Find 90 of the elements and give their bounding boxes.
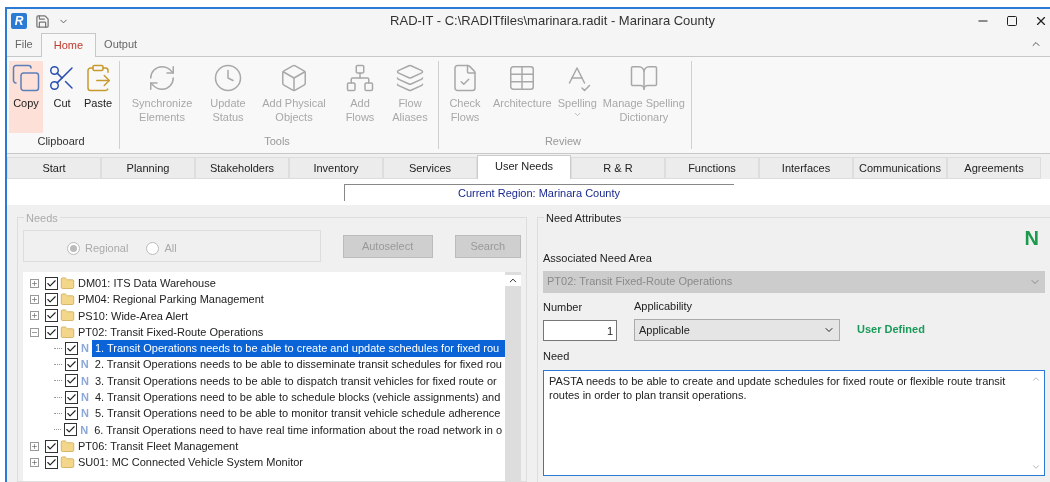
tree-item[interactable]: PS10: Wide-Area Alert: [77, 307, 190, 324]
ribbon-button[interactable]: Cut: [45, 61, 79, 133]
caret-icon: [572, 110, 582, 119]
tree-item[interactable]: 4. Transit Operations need to be able to schedule blocks (vehicle assignments) and: [91, 389, 505, 406]
cube-icon: [279, 63, 309, 93]
tree-item[interactable]: PT02: Transit Fixed-Route Operations: [77, 323, 265, 341]
expand-icon[interactable]: [30, 311, 39, 321]
need-type-letter: N: [1024, 228, 1039, 248]
ribbon-tab[interactable]: Output: [96, 32, 146, 56]
main-tab[interactable]: Communications: [853, 157, 947, 179]
radio-button[interactable]: [146, 241, 160, 255]
ribbon-tab[interactable]: Home: [40, 33, 97, 57]
checkbox[interactable]: [65, 407, 78, 420]
field-label: Need: [543, 349, 571, 364]
field-label: Associated Need Area: [543, 251, 653, 266]
window-title: RAD-IT - C:\RADITfiles\marinara.radit - Marinara County: [390, 12, 715, 31]
clock-icon: [213, 63, 243, 93]
tree-item[interactable]: 6. Transit Operations need to have real time information about the road network in o: [91, 421, 505, 439]
main-tab[interactable]: Functions: [665, 157, 759, 179]
collapse-icon[interactable]: [30, 327, 39, 337]
tree-item[interactable]: 3. Transit Operations needs to be able to dispatch transit vehicles for fixed route or: [91, 372, 505, 390]
need-marker: N: [80, 422, 89, 438]
main-tab[interactable]: Services: [383, 157, 477, 179]
checkbox[interactable]: [45, 309, 58, 323]
book-icon: [628, 63, 659, 93]
checkbox[interactable]: [45, 439, 58, 453]
number-field[interactable]: 1: [543, 320, 617, 341]
expand-icon[interactable]: [30, 278, 39, 288]
copy-icon: [11, 63, 41, 93]
checkbox[interactable]: [65, 374, 78, 388]
checkbox[interactable]: [65, 390, 78, 404]
scroll-up-icon[interactable]: [505, 275, 521, 286]
checkbox[interactable]: [45, 325, 58, 339]
radio-label: Regional: [85, 240, 129, 256]
main-tab[interactable]: Stakeholders: [195, 157, 289, 179]
main-tab[interactable]: User Needs: [477, 155, 571, 179]
tree-item[interactable]: SU01: MC Connected Vehicle System Monitor: [77, 454, 304, 471]
app-logo: R: [11, 13, 27, 29]
maximize-icon[interactable]: [1006, 15, 1018, 27]
current-region-label: Current Region: Marinara County: [343, 184, 734, 201]
checkbox[interactable]: [64, 358, 78, 372]
folder-icon: [60, 454, 75, 470]
tree-item[interactable]: 2. Transit Operations needs to be able to disseminate transit schedules for fixed rou: [91, 356, 505, 373]
main-tab[interactable]: Start: [7, 157, 101, 179]
status-label: User Defined: [857, 321, 925, 337]
tree-item[interactable]: PT06: Transit Fleet Management: [77, 437, 240, 455]
need-marker: N: [81, 373, 89, 389]
ribbon-button[interactable]: Copy: [9, 61, 43, 133]
group-label: Tools: [263, 133, 291, 149]
main-tab[interactable]: Planning: [101, 157, 195, 179]
layers-icon: [395, 63, 425, 93]
refresh-icon: [147, 63, 177, 93]
radio-button[interactable]: [67, 241, 80, 255]
tree-item[interactable]: DM01: ITS Data Warehouse: [77, 274, 217, 292]
save-icon[interactable]: [35, 13, 50, 29]
expand-icon[interactable]: [30, 457, 39, 467]
field-label: Applicability: [634, 298, 694, 314]
field-label: Number: [543, 299, 584, 315]
folder-icon: [60, 291, 75, 307]
main-tab[interactable]: R & R: [571, 157, 665, 179]
folder-icon: [60, 324, 75, 340]
tree-item[interactable]: 1. Transit Operations needs to be able to create and update schedules for fixed rou: [91, 340, 505, 357]
checkbox[interactable]: [65, 341, 78, 355]
applicability-dropdown[interactable]: Applicable: [634, 319, 840, 341]
main-tab[interactable]: Agreements: [947, 157, 1041, 179]
checkbox[interactable]: [45, 455, 58, 469]
folder-icon: [60, 275, 75, 291]
expand-icon[interactable]: [30, 294, 39, 304]
group-label: Clipboard: [36, 133, 86, 149]
folder-icon: [60, 308, 75, 324]
checkbox[interactable]: [64, 423, 78, 437]
network-icon: [345, 63, 375, 93]
main-tab[interactable]: Interfaces: [759, 157, 853, 179]
need-marker: N: [81, 390, 89, 405]
group-label: Review: [543, 133, 582, 149]
checkbox[interactable]: [45, 292, 58, 306]
ribbon-button[interactable]: Paste: [81, 61, 115, 133]
tree-item[interactable]: 5. Transit Operations need to be able to monitor transit vehicle schedule adherence: [91, 405, 505, 422]
need-marker: N: [81, 406, 89, 422]
expand-icon[interactable]: [30, 441, 39, 451]
folder-icon: [60, 438, 75, 454]
main-tab[interactable]: Inventory: [289, 157, 383, 179]
scrollbar[interactable]: [505, 272, 521, 481]
need-marker: N: [81, 341, 89, 357]
close-icon[interactable]: [1034, 14, 1048, 28]
checkbox[interactable]: [45, 276, 58, 290]
radio-label: All: [164, 240, 177, 256]
need-marker: N: [80, 357, 89, 373]
tree-item[interactable]: PM04: Regional Parking Management: [77, 291, 265, 308]
ribbon-tab[interactable]: File: [7, 32, 41, 56]
